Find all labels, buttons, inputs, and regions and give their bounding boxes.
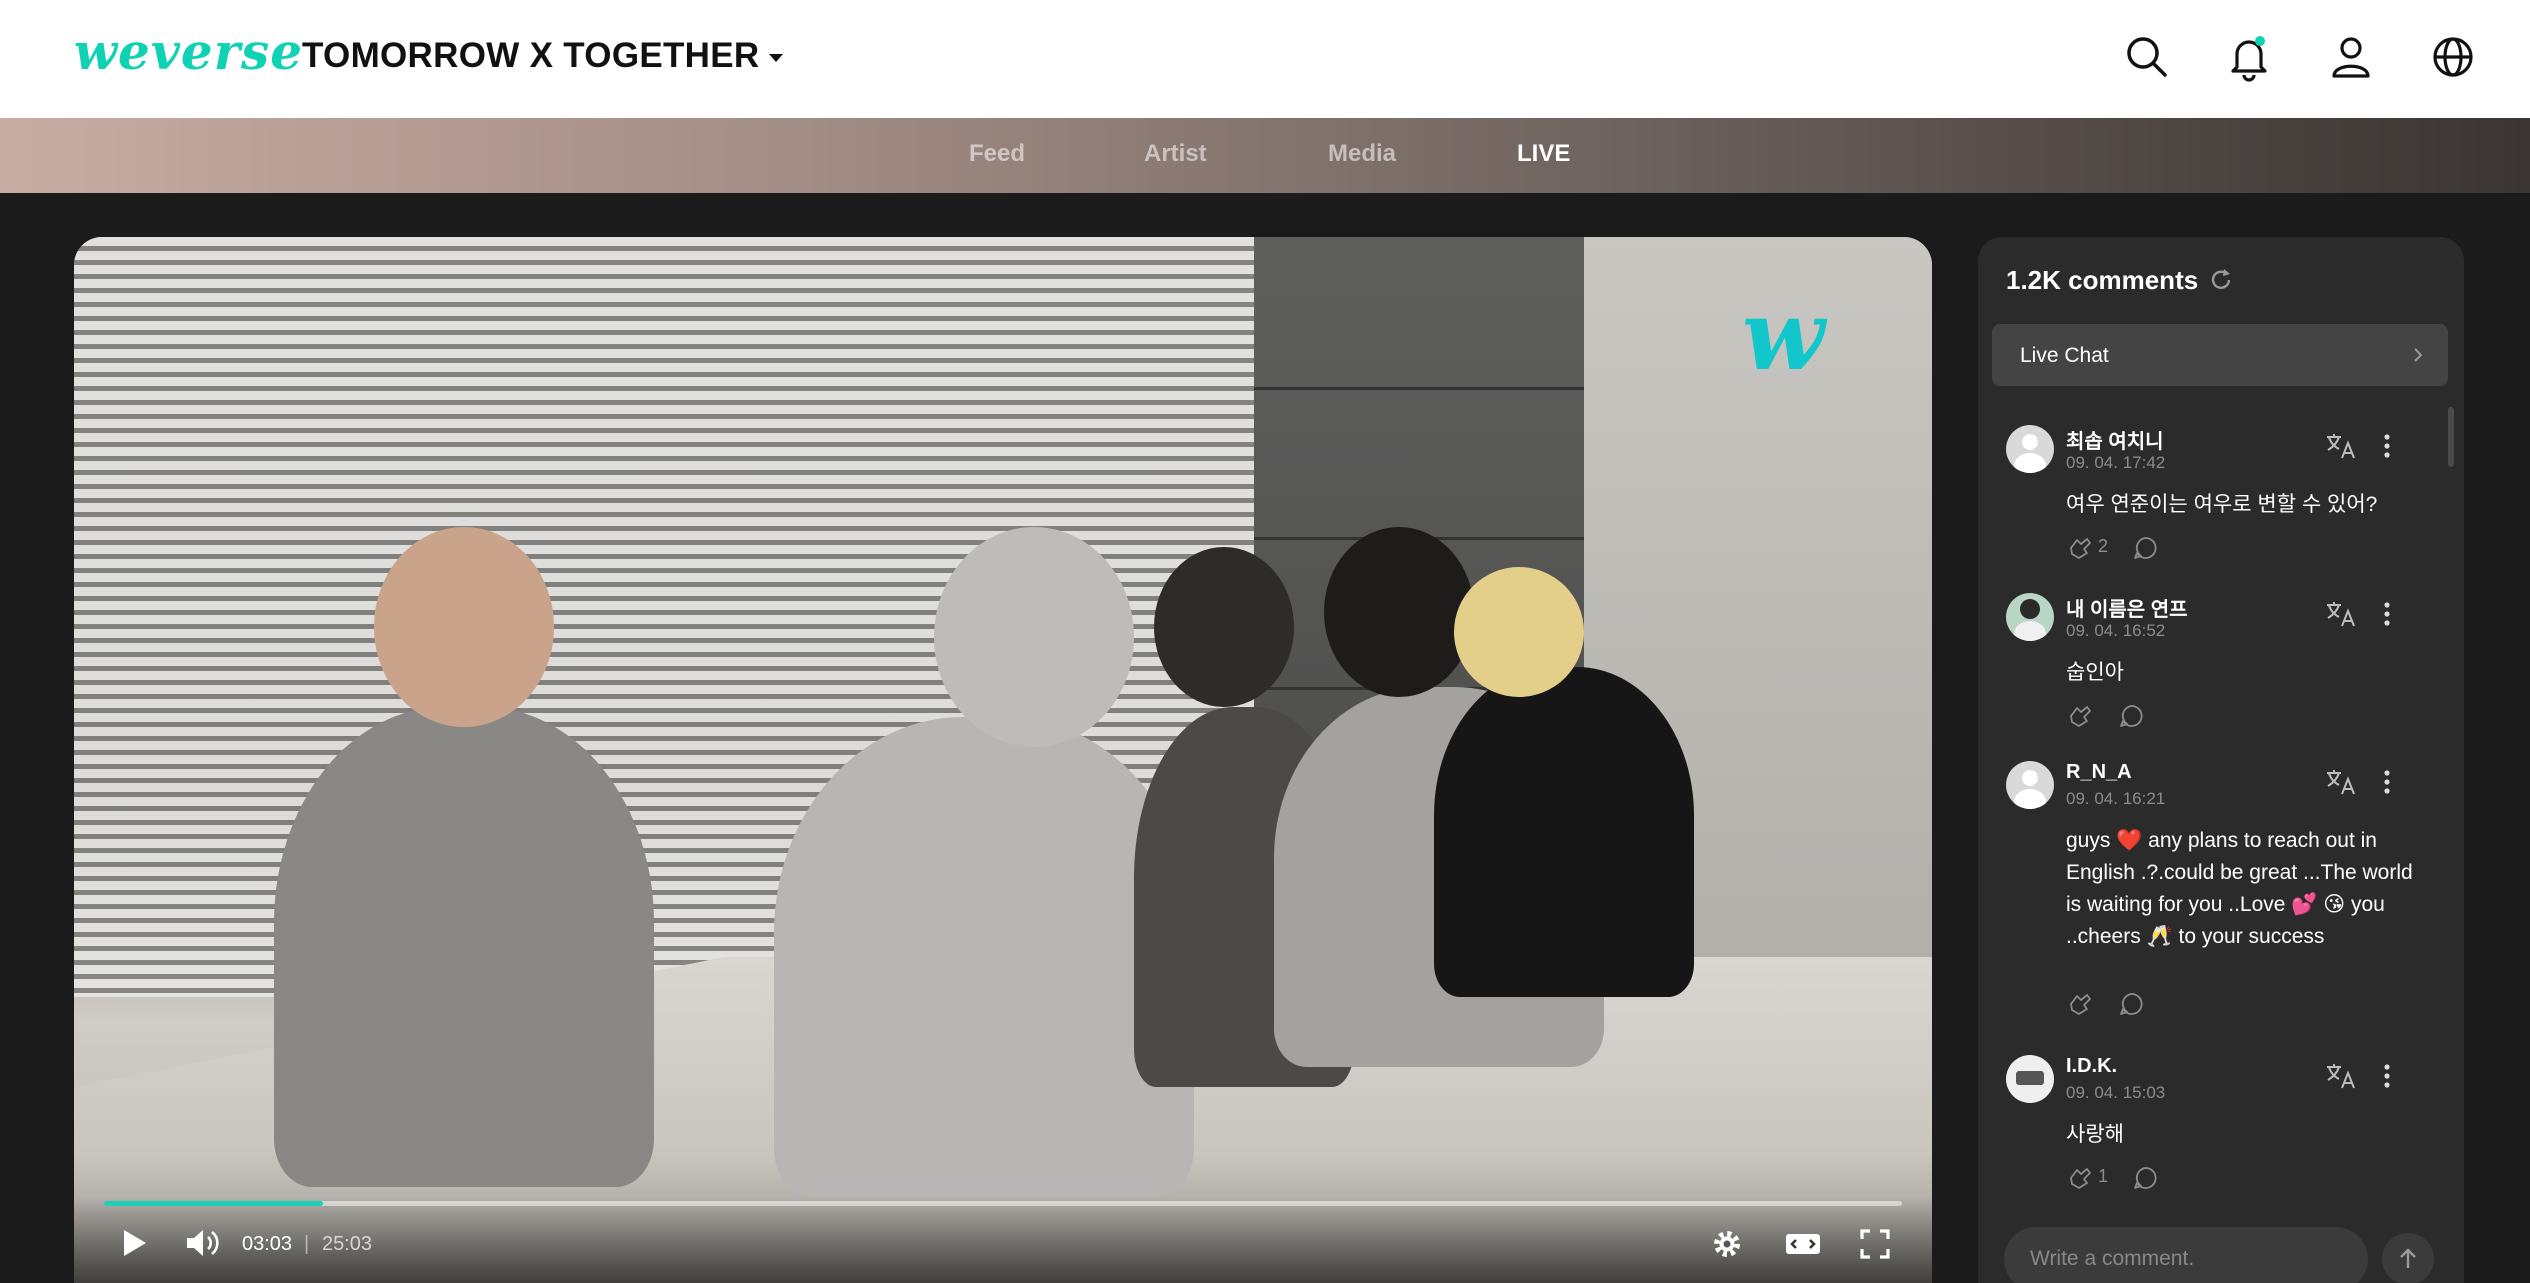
reply-icon[interactable] xyxy=(2118,703,2144,729)
cheer-icon[interactable] xyxy=(2066,535,2094,561)
comment-text: 숩인아 xyxy=(2066,661,2124,684)
translate-icon[interactable] xyxy=(2324,767,2358,797)
tab-live[interactable]: LIVE xyxy=(1517,140,1570,168)
comment-item: 최솝 여치니 09. 04. 17:42 여우 연준이는 여우로 변할 수 있어… xyxy=(2006,425,2446,575)
artist-title[interactable]: TOMORROW X TOGETHER xyxy=(302,36,759,76)
comment-author[interactable]: I.D.K. xyxy=(2066,1055,2117,1078)
live-chat-button[interactable]: Live Chat xyxy=(1992,324,2448,386)
progress-bar[interactable] xyxy=(104,1201,1902,1206)
comment-author[interactable]: 내 이름은 연프 xyxy=(2066,593,2188,622)
comment-author[interactable]: R_N_A xyxy=(2066,761,2132,784)
more-options-icon[interactable] xyxy=(2381,599,2393,629)
cheer-icon[interactable] xyxy=(2066,1165,2094,1191)
comment-date: 09. 04. 16:52 xyxy=(2066,621,2166,640)
tab-feed[interactable]: Feed xyxy=(969,140,1025,168)
comment-author[interactable]: 최솝 여치니 xyxy=(2066,425,2164,454)
weverse-logo[interactable]: weverse xyxy=(74,22,303,81)
video-player[interactable]: w 03:03 | 25:03 xyxy=(74,237,1932,1283)
avatar[interactable] xyxy=(2006,1055,2054,1103)
theater-mode-icon[interactable] xyxy=(1784,1229,1822,1259)
fullscreen-icon[interactable] xyxy=(1858,1227,1892,1261)
tab-media[interactable]: Media xyxy=(1328,140,1396,168)
video-figure xyxy=(274,707,654,1187)
reply-icon[interactable] xyxy=(2132,535,2158,561)
live-chat-label: Live Chat xyxy=(2020,344,2109,367)
cheer-count: 2 xyxy=(2098,536,2109,556)
video-figure xyxy=(774,717,1194,1197)
section-nav: Feed Artist Media LIVE xyxy=(0,118,2530,193)
progress-fill xyxy=(104,1201,324,1206)
comment-item: I.D.K. 09. 04. 15:03 사랑해 1 xyxy=(2006,1055,2446,1205)
reply-icon[interactable] xyxy=(2118,991,2144,1017)
send-button[interactable] xyxy=(2382,1233,2434,1283)
more-options-icon[interactable] xyxy=(2381,767,2393,797)
comment-composer xyxy=(2004,1227,2368,1283)
comment-date: 09. 04. 17:42 xyxy=(2066,453,2166,472)
comment-date: 09. 04. 16:21 xyxy=(2066,789,2166,808)
video-figure-head xyxy=(1154,547,1294,707)
video-figure xyxy=(1434,667,1694,997)
volume-icon[interactable] xyxy=(184,1225,224,1261)
globe-icon[interactable] xyxy=(2428,32,2478,82)
video-figure-head xyxy=(374,527,554,727)
play-icon[interactable] xyxy=(116,1225,152,1261)
cheer-count: 1 xyxy=(2098,1166,2109,1186)
translate-icon[interactable] xyxy=(2324,431,2358,461)
more-options-icon[interactable] xyxy=(2381,431,2393,461)
more-options-icon[interactable] xyxy=(2381,1061,2393,1091)
video-figure-head xyxy=(1454,567,1584,697)
top-header: weverse TOMORROW X TOGETHER xyxy=(0,0,2530,118)
caret-down-icon[interactable] xyxy=(768,52,784,64)
time-divider: | xyxy=(304,1233,310,1255)
comment-input[interactable] xyxy=(2030,1247,2330,1271)
translate-icon[interactable] xyxy=(2324,1061,2358,1091)
comments-panel: 1.2K comments Live Chat 최솝 여치니 09. 04. 1… xyxy=(1978,237,2464,1283)
comments-scrollbar[interactable] xyxy=(2448,407,2454,467)
tab-artist[interactable]: Artist xyxy=(1144,140,1207,168)
chevron-right-icon xyxy=(2414,348,2423,362)
cheer-icon[interactable] xyxy=(2066,703,2094,729)
total-time: 25:03 xyxy=(322,1233,373,1255)
comment-text: 여우 연준이는 여우로 변할 수 있어? xyxy=(2066,493,2378,516)
comment-text: 사랑해 xyxy=(2066,1123,2124,1146)
search-icon[interactable] xyxy=(2122,32,2172,82)
weverse-watermark: w xyxy=(1742,279,1825,392)
bell-icon[interactable] xyxy=(2224,32,2274,82)
video-figure-head xyxy=(1324,527,1474,697)
arrow-up-icon xyxy=(2400,1248,2416,1268)
video-figure-head xyxy=(934,527,1134,747)
comment-item: R_N_A 09. 04. 16:21 guys ❤️ any plans to… xyxy=(2006,761,2446,1051)
cheer-icon[interactable] xyxy=(2066,991,2094,1017)
avatar[interactable] xyxy=(2006,425,2054,473)
translate-icon[interactable] xyxy=(2324,599,2358,629)
comment-text: guys ❤️ any plans to reach out in Englis… xyxy=(2066,829,2413,948)
settings-gear-icon[interactable] xyxy=(1710,1227,1744,1261)
reply-icon[interactable] xyxy=(2132,1165,2158,1191)
comment-item: 내 이름은 연프 09. 04. 16:52 숩인아 xyxy=(2006,593,2446,743)
refresh-icon[interactable] xyxy=(2208,267,2234,293)
comments-count: 1.2K comments xyxy=(2006,265,2199,295)
avatar[interactable] xyxy=(2006,593,2054,641)
comment-date: 09. 04. 15:03 xyxy=(2066,1083,2166,1102)
user-icon[interactable] xyxy=(2326,32,2376,82)
avatar[interactable] xyxy=(2006,761,2054,809)
current-time: 03:03 xyxy=(242,1233,293,1255)
